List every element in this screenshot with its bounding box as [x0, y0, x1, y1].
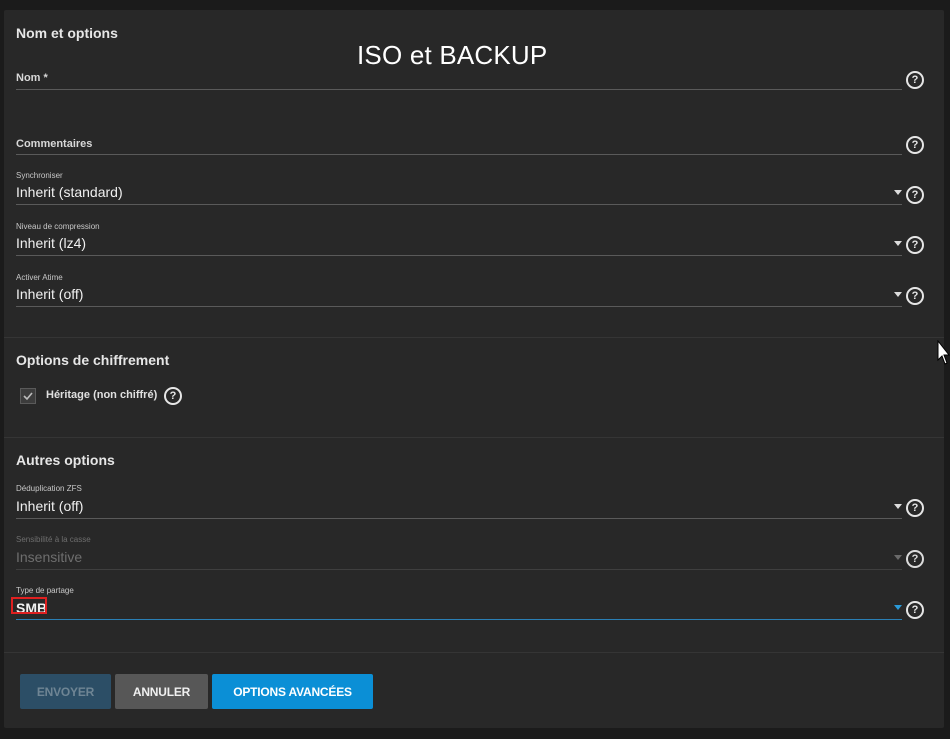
encryption-inherit-checkbox[interactable]	[20, 388, 36, 404]
atime-label: Activer Atime	[16, 273, 63, 282]
comments-field-underline	[16, 154, 902, 155]
dedup-help-icon[interactable]: ?	[906, 499, 924, 517]
sync-underline	[16, 204, 902, 205]
submit-button[interactable]: ENVOYER	[20, 674, 111, 709]
section-title-name-options: Nom et options	[16, 25, 118, 41]
section-divider	[4, 437, 944, 438]
atime-help-icon[interactable]: ?	[906, 287, 924, 305]
name-field-underline	[16, 89, 902, 90]
case-sensitivity-underline	[16, 569, 902, 570]
atime-underline	[16, 306, 902, 307]
section-title-encryption: Options de chiffrement	[16, 352, 170, 368]
sync-label: Synchroniser	[16, 171, 63, 180]
dedup-underline	[16, 518, 902, 519]
comments-field-label: Commentaires	[16, 138, 93, 150]
case-sensitivity-chevron-down-icon	[894, 555, 902, 560]
sync-chevron-down-icon	[894, 190, 902, 195]
comments-help-icon[interactable]: ?	[906, 136, 924, 154]
dedup-value: Inherit (off)	[16, 498, 84, 514]
checkmark-icon	[23, 392, 33, 401]
share-type-select[interactable]: Type de partage SMB	[11, 586, 902, 622]
compression-chevron-down-icon	[894, 241, 902, 246]
highlight-box	[11, 597, 47, 614]
sync-value: Inherit (standard)	[16, 184, 123, 200]
name-field[interactable]: Nom *	[16, 66, 902, 92]
dedup-label: Déduplication ZFS	[16, 484, 82, 493]
section-divider	[4, 652, 944, 653]
sync-help-icon[interactable]: ?	[906, 186, 924, 204]
atime-select[interactable]: Activer Atime Inherit (off)	[16, 273, 902, 309]
compression-select[interactable]: Niveau de compression Inherit (lz4)	[16, 222, 902, 258]
dedup-chevron-down-icon	[894, 504, 902, 509]
name-help-icon[interactable]: ?	[906, 71, 924, 89]
section-title-other: Autres options	[16, 452, 115, 468]
compression-value: Inherit (lz4)	[16, 235, 87, 251]
atime-chevron-down-icon	[894, 292, 902, 297]
share-type-value: SMB	[11, 597, 47, 616]
share-type-underline	[16, 619, 902, 620]
advanced-options-button[interactable]: OPTIONS AVANCÉES	[212, 674, 373, 709]
encryption-inherit-label: Héritage (non chiffré)	[46, 389, 158, 401]
dedup-select[interactable]: Déduplication ZFS Inherit (off)	[16, 484, 902, 520]
share-type-label: Type de partage	[16, 586, 74, 595]
mouse-pointer-icon	[937, 340, 950, 365]
atime-value: Inherit (off)	[16, 286, 84, 302]
case-sensitivity-label: Sensibilité à la casse	[16, 535, 91, 544]
cancel-button[interactable]: ANNULER	[115, 674, 208, 709]
comments-field[interactable]: Commentaires	[16, 132, 902, 158]
compression-label: Niveau de compression	[16, 222, 100, 231]
compression-help-icon[interactable]: ?	[906, 236, 924, 254]
compression-underline	[16, 255, 902, 256]
name-field-label: Nom *	[16, 72, 48, 84]
share-type-chevron-down-icon	[894, 605, 902, 610]
case-sensitivity-help-icon[interactable]: ?	[906, 550, 924, 568]
sync-select[interactable]: Synchroniser Inherit (standard)	[16, 171, 902, 207]
share-type-help-icon[interactable]: ?	[906, 601, 924, 619]
encryption-help-icon[interactable]: ?	[164, 387, 182, 405]
section-divider	[4, 337, 944, 338]
case-sensitivity-select: Sensibilité à la casse Insensitive	[16, 535, 902, 571]
case-sensitivity-value: Insensitive	[16, 549, 83, 565]
